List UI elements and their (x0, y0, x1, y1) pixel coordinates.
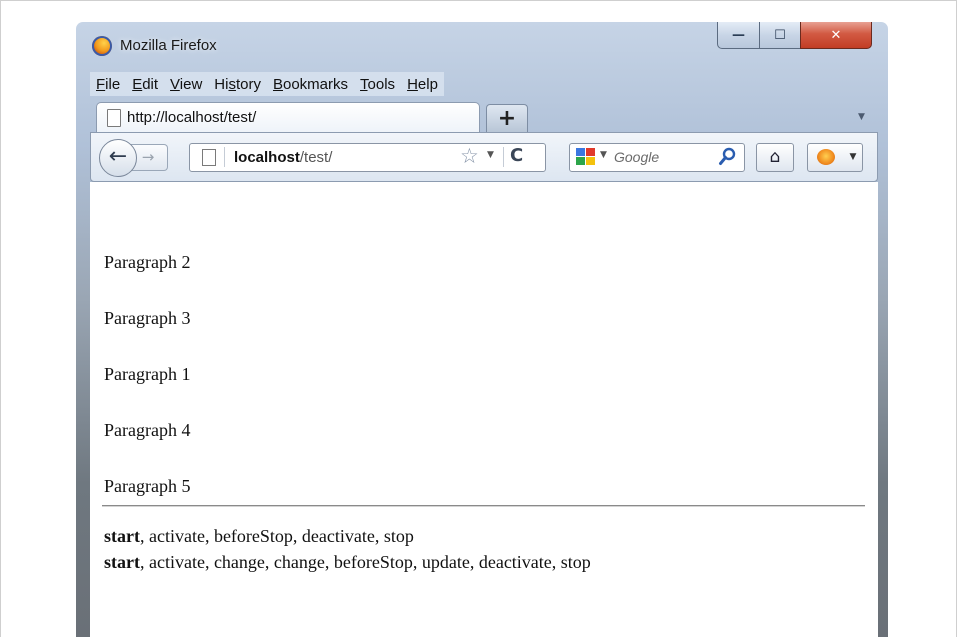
tab-label: http://localhost/test/ (127, 109, 257, 126)
reload-icon[interactable]: C (510, 145, 523, 166)
page-frame-left (0, 0, 1, 637)
tab-list-chevron-down-icon[interactable]: ▼ (858, 112, 865, 122)
new-tab-button[interactable]: + (486, 104, 528, 133)
search-icon[interactable] (718, 147, 736, 167)
page-content: Paragraph 2 Paragraph 3 Paragraph 1 Para… (90, 182, 878, 637)
menu-view[interactable]: View (164, 72, 209, 96)
menu-bookmarks[interactable]: Bookmarks (266, 72, 355, 96)
window-title: Mozilla Firefox (120, 37, 217, 54)
event-log-line: start, activate, change, change, beforeS… (104, 552, 591, 572)
menu-bar: File Edit View History Bookmarks Tools H… (90, 72, 444, 96)
page-icon (107, 109, 121, 127)
page-frame-top (0, 0, 957, 1)
url-path: /test/ (299, 149, 333, 166)
forward-arrow-icon: → (141, 148, 155, 166)
browser-window: Mozilla Firefox — ☐ ✕ File Edit View His… (76, 22, 888, 637)
menu-edit[interactable]: Edit (126, 72, 165, 96)
menu-history[interactable]: History (208, 72, 267, 96)
paragraph-4: Paragraph 4 (104, 420, 191, 440)
url-history-dropdown-icon[interactable]: ▼ (487, 150, 494, 160)
tab-strip: http://localhost/test/ + ▼ (76, 102, 888, 133)
maximize-icon: ☐ (774, 27, 786, 43)
site-identity-page-icon[interactable] (202, 149, 216, 166)
url-host: localhost (234, 149, 300, 166)
paragraph-1: Paragraph 1 (104, 364, 191, 384)
menu-file[interactable]: File (90, 72, 127, 96)
home-icon: ⌂ (769, 147, 781, 167)
menu-tools[interactable]: Tools (354, 72, 402, 96)
close-icon: ✕ (830, 27, 842, 43)
addon-chevron-down-icon[interactable]: ▼ (844, 143, 863, 172)
maximize-button[interactable]: ☐ (759, 22, 801, 49)
search-bar[interactable]: ▼ Google (569, 143, 745, 172)
event-log-line: start, activate, beforeStop, deactivate,… (104, 526, 414, 546)
minimize-icon: — (732, 27, 745, 43)
horizontal-rule (102, 505, 865, 507)
google-logo-icon[interactable] (576, 148, 596, 166)
addon-button[interactable] (807, 143, 845, 172)
search-input[interactable]: Google (614, 149, 659, 165)
navigation-toolbar: → ← localhost/test/ ☆ ▼ C ▼ Google ⌂ ▼ (90, 132, 878, 182)
menu-help[interactable]: Help (401, 72, 444, 96)
close-button[interactable]: ✕ (800, 22, 872, 49)
paragraph-3: Paragraph 3 (104, 308, 191, 328)
back-arrow-icon: ← (108, 144, 128, 169)
firefox-logo-icon[interactable] (92, 36, 112, 56)
search-engine-chevron-down-icon[interactable]: ▼ (600, 150, 607, 160)
url-input[interactable]: localhost/test/ (234, 149, 332, 166)
minimize-button[interactable]: — (717, 22, 760, 49)
paragraph-2: Paragraph 2 (104, 252, 191, 272)
home-button[interactable]: ⌂ (756, 143, 794, 172)
title-bar[interactable]: Mozilla Firefox — ☐ ✕ (76, 22, 888, 70)
firebug-addon-icon (817, 149, 835, 165)
tab-localhost-test[interactable]: http://localhost/test/ (96, 102, 480, 133)
bookmark-star-icon[interactable]: ☆ (460, 144, 479, 168)
paragraph-5: Paragraph 5 (104, 476, 191, 496)
url-divider (224, 147, 225, 167)
url-bar[interactable]: localhost/test/ ☆ ▼ C (189, 143, 546, 172)
back-button[interactable]: ← (99, 139, 137, 177)
url-separator (503, 147, 504, 167)
